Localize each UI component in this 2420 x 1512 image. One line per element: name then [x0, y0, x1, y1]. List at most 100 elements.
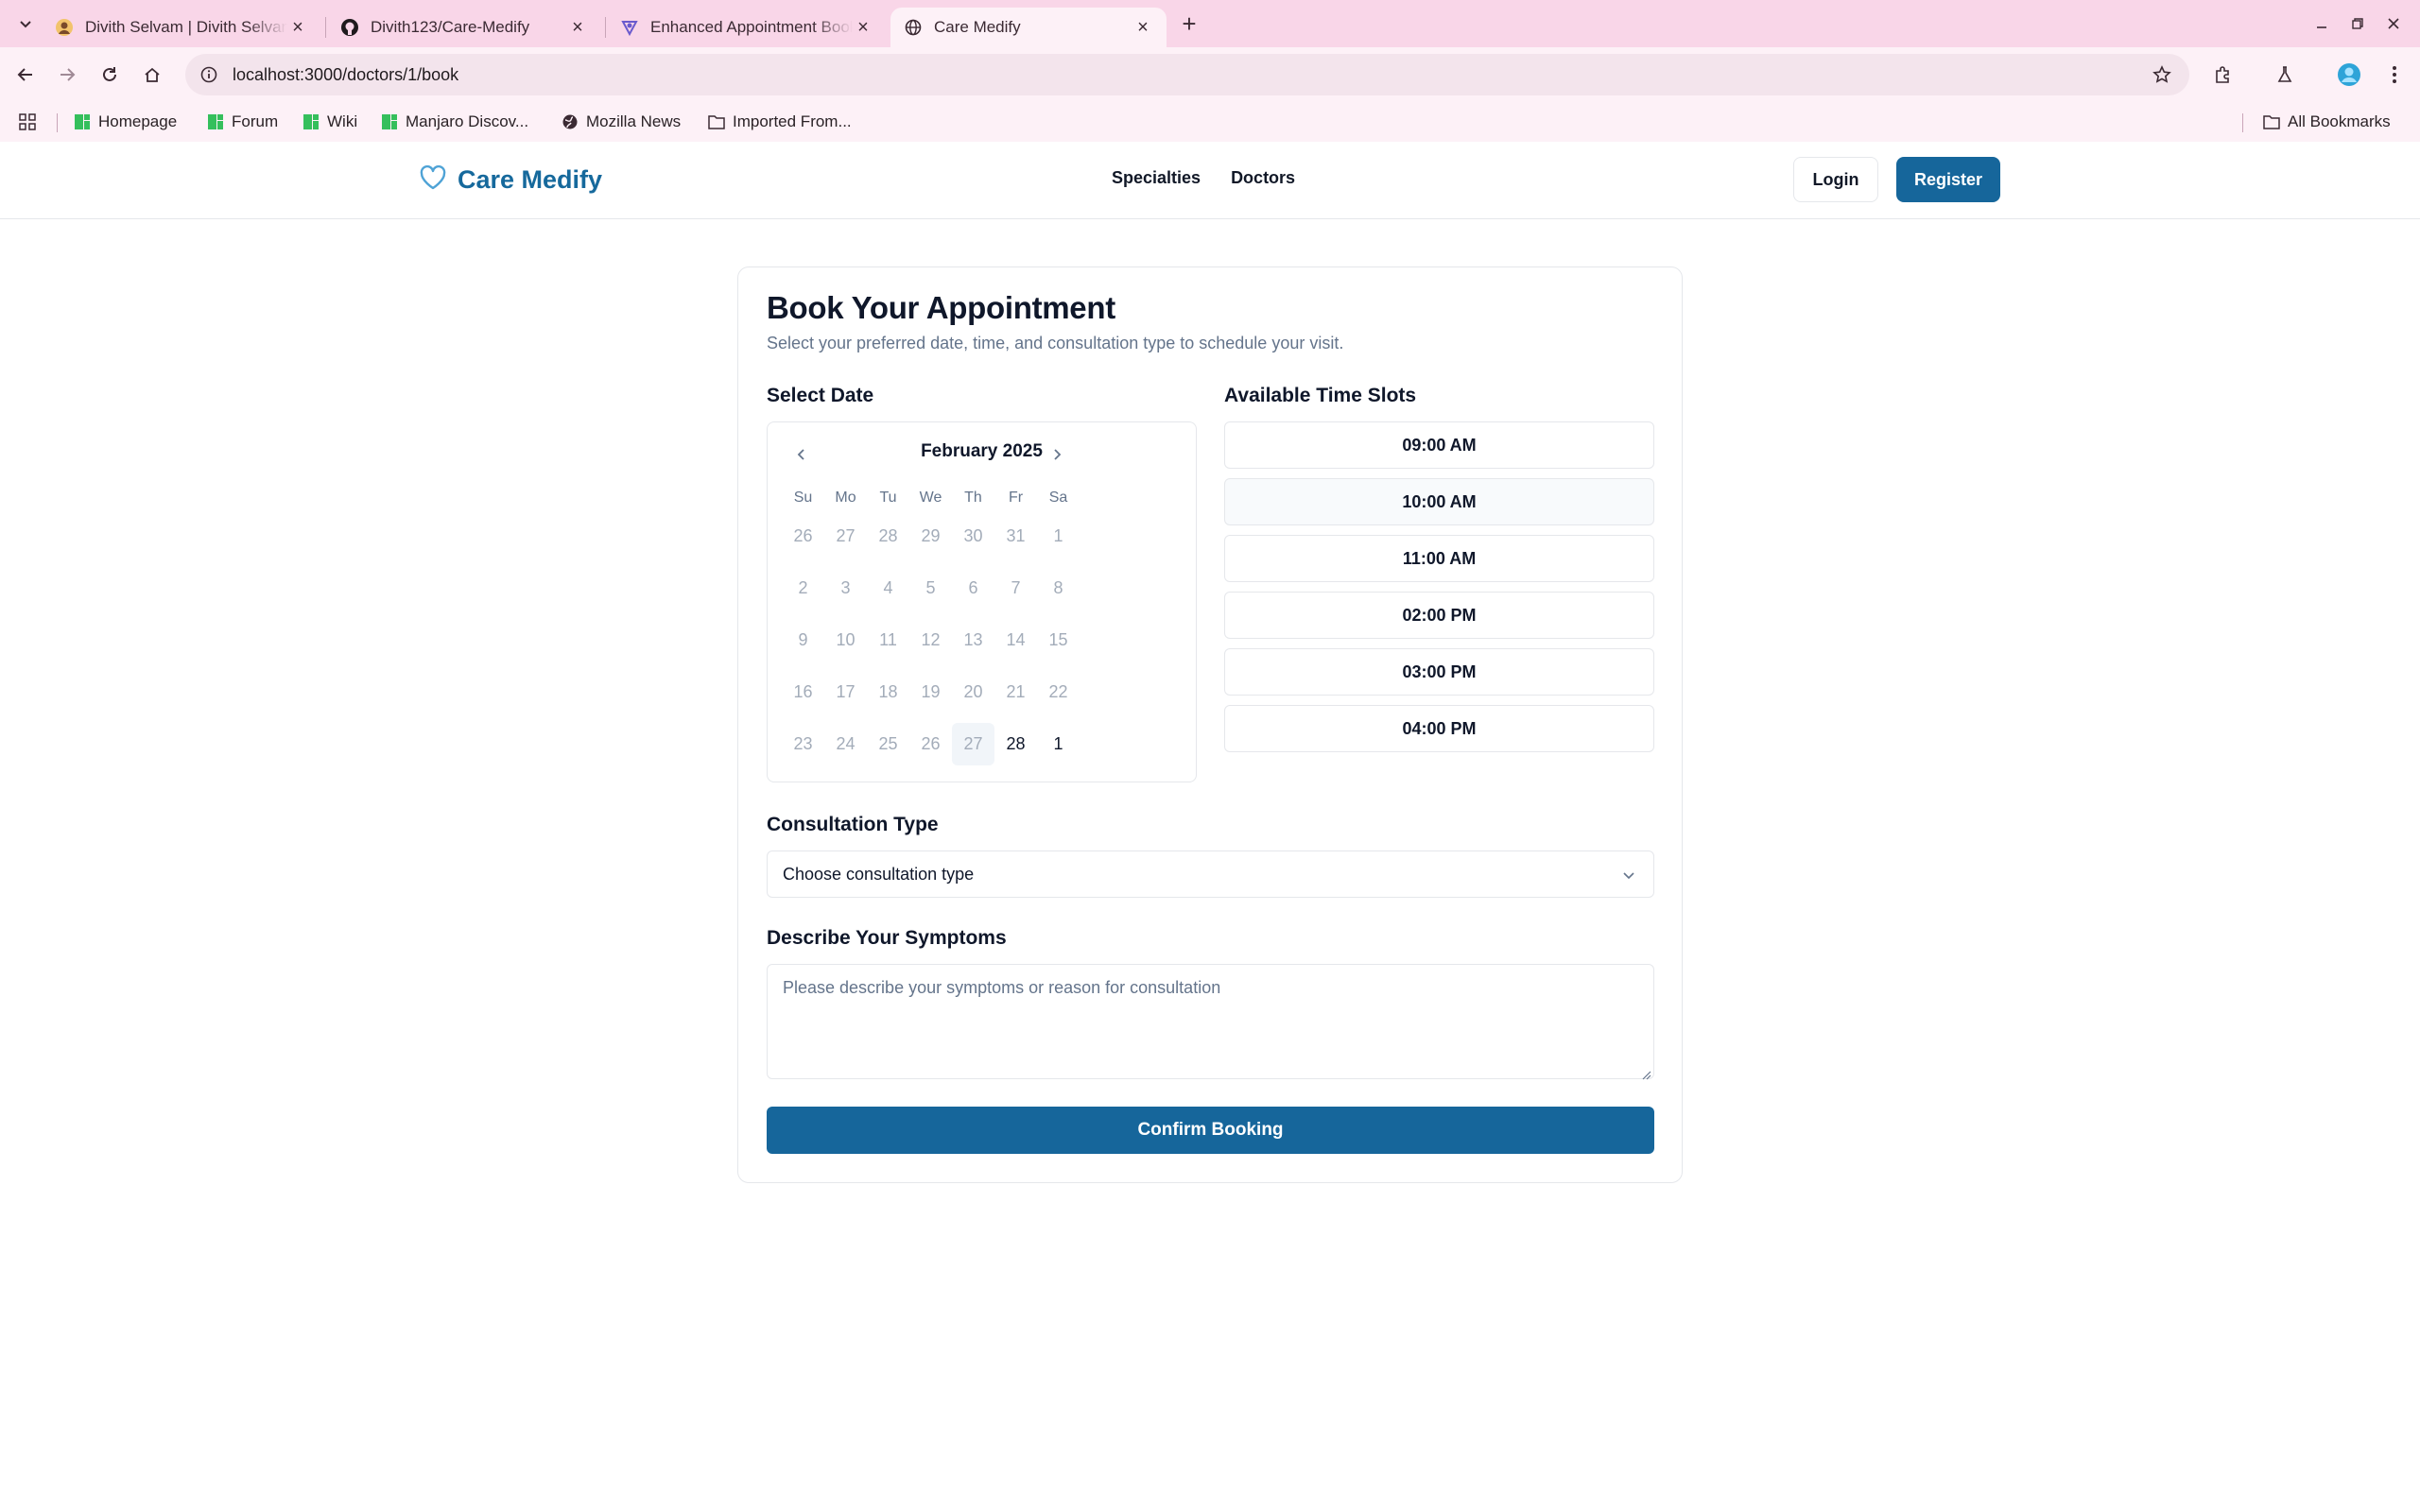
calendar-month-label: February 2025 [921, 441, 1043, 461]
bookmark-item[interactable]: Homepage [74, 110, 177, 134]
github-icon [340, 18, 359, 37]
calendar-day[interactable]: 28 [994, 723, 1037, 765]
brand-logo[interactable]: Care Medify [420, 161, 602, 198]
calendar-day: 3 [840, 578, 851, 597]
browser-tab[interactable]: Divith Selvam | Divith Selvam × [42, 8, 321, 47]
browser-toolbar: localhost:3000/doctors/1/book [0, 47, 2420, 102]
consultation-type-select[interactable]: Choose consultation type [767, 850, 1654, 898]
calendar-day: 27 [836, 526, 856, 545]
close-tab-icon[interactable]: × [1132, 17, 1153, 38]
calendar-day: 14 [1006, 630, 1026, 649]
weekday-header: Th [964, 490, 982, 506]
symptoms-textarea[interactable]: Please describe your symptoms or reason … [767, 964, 1654, 1080]
bookmark-item[interactable]: Imported From... [708, 110, 852, 134]
manjaro-icon [207, 113, 224, 130]
reload-icon[interactable] [95, 60, 124, 89]
back-arrow-icon[interactable] [11, 60, 40, 89]
time-slot-button[interactable]: 04:00 PM [1224, 705, 1654, 752]
home-icon[interactable] [138, 60, 166, 89]
url-text[interactable]: localhost:3000/doctors/1/book [233, 65, 458, 85]
close-tab-icon[interactable]: × [567, 17, 588, 38]
calendar-day: 13 [963, 630, 983, 649]
time-slot-list: 09:00 AM 10:00 AM 11:00 AM 02:00 PM 03:00 PM… [1224, 421, 1654, 762]
site-header: Care Medify Specialties Doctors Login Re… [0, 142, 2420, 219]
browser-tab[interactable]: Divith123/Care-Medify × [327, 8, 601, 47]
time-slot-button[interactable]: 10:00 AM [1224, 478, 1654, 525]
extensions-puzzle-icon[interactable] [2208, 60, 2237, 89]
calendar-day: 18 [878, 682, 898, 701]
calendar-day: 20 [963, 682, 983, 701]
weekday-header: Su [793, 490, 813, 506]
bookmark-item[interactable]: Manjaro Discov... [381, 110, 528, 134]
calendar-day: 29 [921, 526, 941, 545]
time-slot-button[interactable]: 02:00 PM [1224, 592, 1654, 639]
browser-tab-active[interactable]: Care Medify × [890, 8, 1167, 47]
calendar-day: 15 [1048, 630, 1068, 649]
profile-avatar-icon[interactable] [2335, 60, 2363, 89]
all-bookmarks-label: All Bookmarks [2288, 112, 2391, 130]
calendar-day[interactable]: 1 [1037, 723, 1080, 765]
bookmark-item[interactable]: Wiki [302, 110, 357, 134]
calendar-day: 10 [836, 630, 856, 649]
login-button[interactable]: Login [1793, 157, 1878, 202]
minimize-icon[interactable] [2309, 11, 2334, 36]
weekday-header: Sa [1048, 490, 1068, 506]
site-info-icon[interactable] [199, 64, 219, 85]
calendar-day: 5 [925, 578, 936, 597]
all-bookmarks-button[interactable]: All Bookmarks [2263, 110, 2391, 134]
app-logo-icon [620, 18, 639, 37]
calendar-day: 26 [921, 734, 941, 753]
bookmark-label: Homepage [98, 112, 178, 130]
manjaro-icon [381, 113, 398, 130]
bookmark-star-icon[interactable] [2152, 64, 2172, 85]
time-slot-button[interactable]: 03:00 PM [1224, 648, 1654, 696]
time-slot-button[interactable]: 09:00 AM [1224, 421, 1654, 469]
symptoms-label: Describe Your Symptoms [767, 927, 1007, 949]
apps-grid-icon[interactable] [19, 110, 36, 134]
restore-icon[interactable] [2345, 11, 2370, 36]
avatar-favicon-icon [55, 18, 74, 37]
bookmark-item[interactable]: Mozilla News [562, 110, 681, 134]
page-subtitle: Select your preferred date, time, and co… [767, 334, 1344, 352]
bookmark-item[interactable]: Forum [207, 110, 278, 134]
kebab-menu-icon[interactable] [2380, 60, 2409, 89]
calendar-day: 21 [1006, 682, 1026, 701]
forward-arrow-icon[interactable] [53, 60, 81, 89]
calendar-day: 30 [963, 526, 983, 545]
page-title: Book Your Appointment [767, 290, 1115, 325]
tab-list-chevron-icon[interactable] [11, 9, 40, 38]
address-bar[interactable]: localhost:3000/doctors/1/book [185, 54, 2189, 95]
weekday-header: Tu [879, 490, 897, 506]
browser-tab[interactable]: Enhanced Appointment Booking × [607, 8, 887, 47]
calendar-day: 27 [952, 723, 994, 765]
manjaro-icon [302, 113, 320, 130]
labs-flask-icon[interactable] [2271, 60, 2299, 89]
time-slots-label: Available Time Slots [1224, 385, 1417, 406]
nav-link-specialties[interactable]: Specialties [1112, 168, 1201, 188]
folder-icon [2263, 113, 2280, 130]
resize-handle-icon[interactable] [1640, 1065, 1651, 1080]
bookmarks-bar: Homepage Forum Wiki Manjaro Discov... Mo… [0, 102, 2420, 142]
tab-title: Care Medify [934, 18, 1021, 36]
time-slot-button[interactable]: 11:00 AM [1224, 535, 1654, 582]
calendar-day: 9 [798, 630, 808, 649]
calendar-day: 31 [1006, 526, 1026, 545]
next-month-chevron-icon[interactable] [1040, 438, 1074, 472]
booking-card: Book Your Appointment Select your prefer… [737, 266, 1683, 1183]
tab-title: Divith Selvam | Divith Selvam [85, 18, 287, 36]
nav-link-doctors[interactable]: Doctors [1231, 168, 1295, 188]
bookmark-label: Forum [232, 112, 279, 130]
consultation-type-value: Choose consultation type [783, 864, 975, 884]
close-tab-icon[interactable]: × [287, 17, 308, 38]
calendar-day: 6 [968, 578, 978, 597]
brand-name: Care Medify [458, 164, 603, 194]
calendar-day: 1 [1053, 526, 1063, 545]
close-window-icon[interactable] [2381, 11, 2406, 36]
tab-divider [325, 17, 326, 38]
register-button[interactable]: Register [1896, 157, 2000, 202]
confirm-booking-button[interactable]: Confirm Booking [767, 1107, 1654, 1154]
bookmark-label: Wiki [327, 112, 358, 130]
bookmark-label: Manjaro Discov... [406, 112, 529, 130]
new-tab-plus-icon[interactable]: + [1177, 9, 1201, 38]
close-tab-icon[interactable]: × [853, 17, 873, 38]
